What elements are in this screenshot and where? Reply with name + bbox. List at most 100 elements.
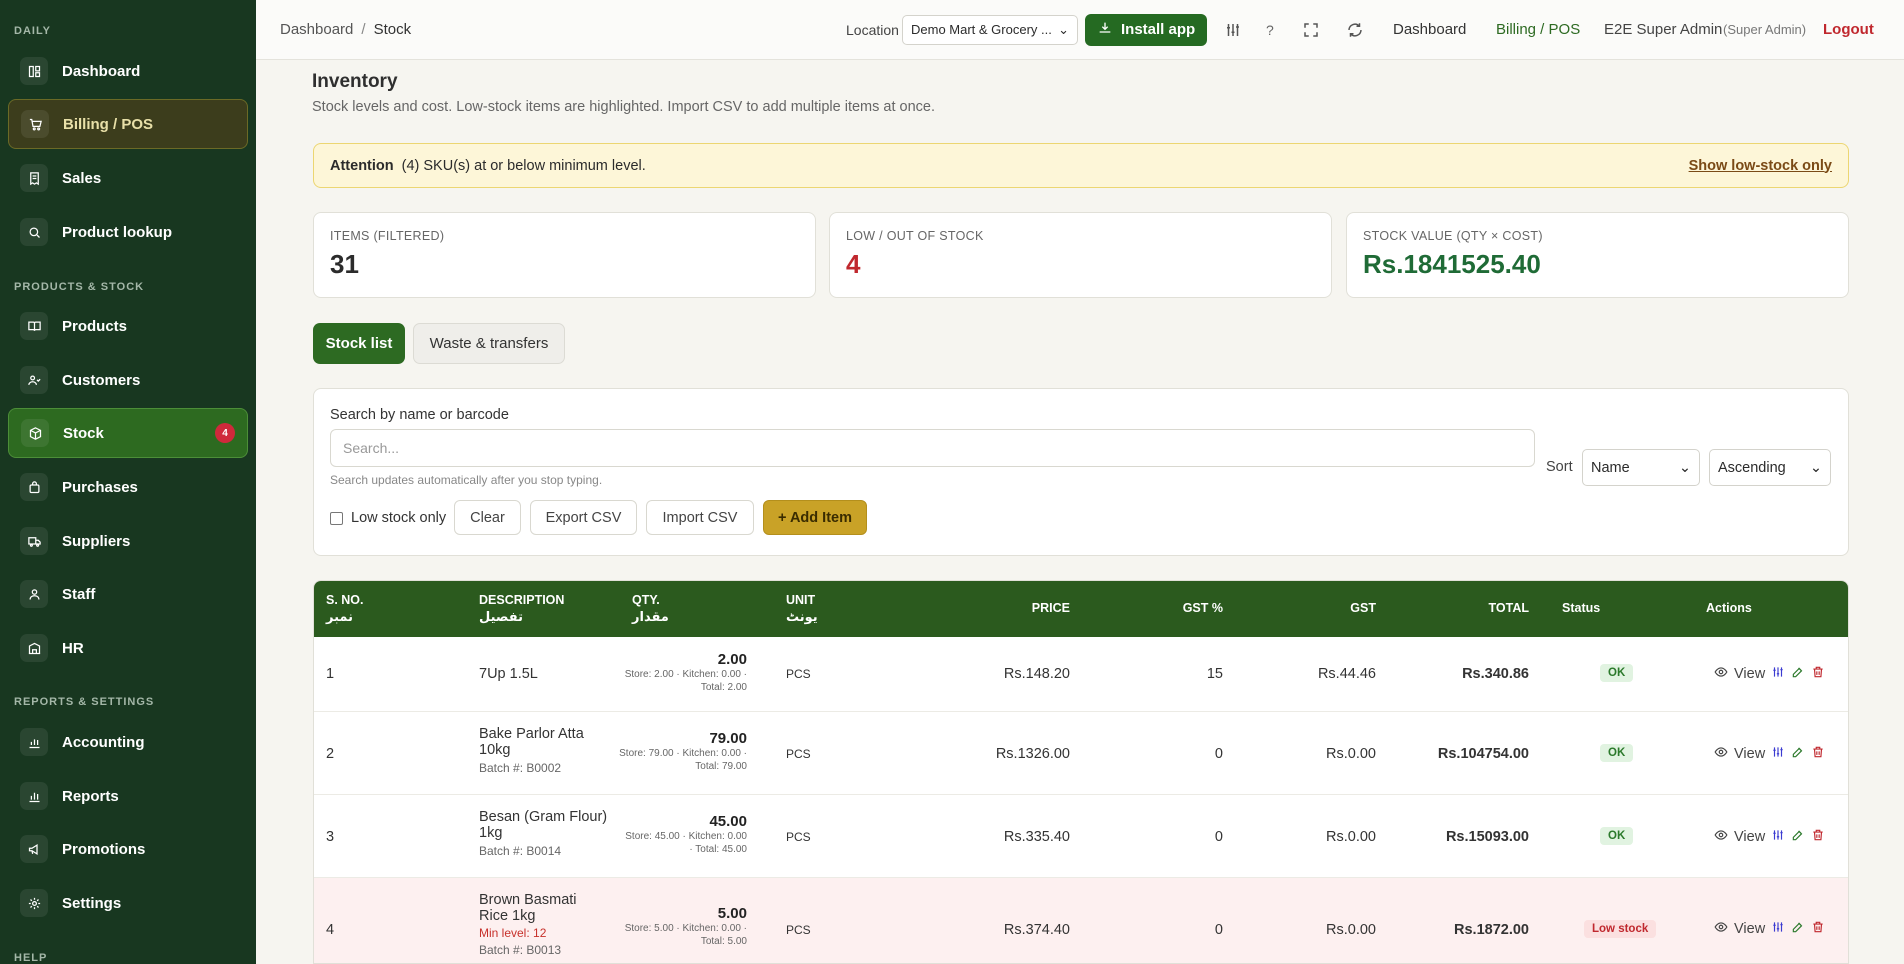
breadcrumb-separator: / (361, 21, 366, 38)
grid-icon (20, 57, 48, 85)
sidebar-item-purchases[interactable]: Purchases (8, 462, 248, 512)
sliders-icon[interactable] (1222, 19, 1244, 41)
search-input[interactable]: Search... (330, 429, 1535, 467)
trash-icon[interactable] (1811, 665, 1825, 683)
qty-detail: Store: 45.00 · Kitchen: 0.00 (625, 831, 747, 842)
nav-dashboard-link[interactable]: Dashboard (1393, 21, 1466, 38)
eye-icon[interactable] (1714, 665, 1728, 683)
export-csv-button[interactable]: Export CSV (530, 500, 637, 535)
edit-icon[interactable] (1791, 828, 1805, 846)
add-item-button[interactable]: + Add Item (763, 500, 867, 535)
person-icon (20, 580, 48, 608)
eye-icon[interactable] (1714, 745, 1728, 763)
qty-value: 2.00 (717, 651, 747, 668)
sidebar-item-label: Sales (62, 169, 102, 187)
sort-field-value: Name (1591, 459, 1630, 476)
header-unit-label: UNIT (786, 593, 816, 607)
sidebar-item-billing[interactable]: Billing / POS (8, 99, 248, 149)
trash-icon[interactable] (1811, 745, 1825, 763)
sidebar-item-label: Staff (62, 585, 96, 603)
header-total: TOTAL (1488, 601, 1529, 615)
view-button[interactable]: View (1734, 829, 1765, 845)
gear-icon (20, 889, 48, 917)
sidebar-item-settings[interactable]: Settings (8, 878, 248, 928)
cell-gst: Rs.0.00 (1326, 922, 1376, 938)
sidebar-item-reports[interactable]: Reports (8, 771, 248, 821)
stat-value: 31 (330, 249, 359, 279)
help-button[interactable]: ? (1266, 22, 1274, 38)
adjust-icon[interactable] (1771, 665, 1785, 683)
batch-number: Batch #: B0014 (479, 844, 562, 858)
stat-card-items: ITEMS (FILTERED) 31 (313, 212, 816, 298)
edit-icon[interactable] (1791, 745, 1805, 763)
sort-field-select[interactable]: Name ⌄ (1582, 449, 1700, 486)
cell-total: Rs.15093.00 (1445, 829, 1529, 845)
sidebar-item-promotions[interactable]: Promotions (8, 824, 248, 874)
view-button[interactable]: View (1734, 746, 1765, 762)
low-stock-checkbox[interactable]: Low stock only (330, 510, 446, 526)
logout-button[interactable]: Logout (1823, 21, 1874, 38)
install-app-button[interactable]: Install app (1085, 13, 1208, 46)
trash-icon[interactable] (1811, 920, 1825, 938)
book-icon (20, 312, 48, 340)
cell-sno: 3 (326, 829, 335, 845)
sort-order-select[interactable]: Ascending ⌄ (1709, 449, 1831, 486)
sidebar-item-accounting[interactable]: Accounting (8, 717, 248, 767)
table-row: 3 Besan (Gram Flour) 1kg Batch #: B0014 … (314, 795, 1848, 878)
clear-button[interactable]: Clear (454, 500, 521, 535)
header-desc-label: DESCRIPTION (479, 593, 565, 607)
sidebar-item-label: Reports (62, 787, 119, 805)
sidebar-item-dashboard[interactable]: Dashboard (8, 46, 248, 96)
chevron-down-icon: ⌄ (1058, 21, 1069, 37)
cell-total: Rs.104754.00 (1437, 746, 1529, 762)
top-bar: Dashboard / Stock Location Demo Mart & Gro… (256, 0, 1904, 60)
section-help: HELP (14, 952, 48, 964)
breadcrumb-dashboard-link[interactable]: Dashboard (280, 21, 353, 38)
tab-stock-list[interactable]: Stock list (313, 323, 405, 364)
stat-value: 4 (846, 249, 861, 279)
item-name-line2: 1kg (479, 825, 503, 841)
sort-order-value: Ascending (1718, 459, 1786, 476)
sidebar-item-products[interactable]: Products (8, 301, 248, 351)
sidebar-item-product-lookup[interactable]: Product lookup (8, 207, 248, 257)
view-button[interactable]: View (1734, 666, 1765, 682)
sidebar-item-stock[interactable]: Stock 4 (8, 408, 248, 458)
sidebar-item-hr[interactable]: HR (8, 623, 248, 673)
edit-icon[interactable] (1791, 665, 1805, 683)
qty-detail: Store: 2.00 · Kitchen: 0.00 · (624, 669, 747, 680)
cell-price: Rs.1326.00 (995, 746, 1070, 762)
fullscreen-icon[interactable] (1300, 19, 1322, 41)
batch-number: Batch #: B0013 (479, 943, 562, 957)
cell-gst: Rs.44.46 (1317, 666, 1376, 682)
item-name-line2: Rice 1kg (479, 908, 536, 924)
filter-panel: Search by name or barcode Search... Sear… (313, 388, 1849, 556)
checkbox-box[interactable] (330, 511, 343, 525)
location-select[interactable]: Demo Mart & Grocery ... ⌄ (902, 14, 1078, 45)
adjust-icon[interactable] (1771, 745, 1785, 763)
header-price: PRICE (1031, 601, 1070, 615)
item-name-line2: 10kg (479, 742, 511, 758)
tab-waste-transfers[interactable]: Waste & transfers (413, 323, 565, 364)
low-stock-label: Low stock only (351, 510, 447, 526)
eye-icon[interactable] (1714, 920, 1728, 938)
show-low-stock-link[interactable]: Show low-stock only (1689, 158, 1832, 174)
adjust-icon[interactable] (1771, 828, 1785, 846)
sidebar-item-sales[interactable]: Sales (8, 153, 248, 203)
row-actions: View (1714, 920, 1825, 938)
box-icon (21, 419, 49, 447)
row-actions: View (1714, 828, 1825, 846)
chevron-down-icon: ⌄ (1678, 459, 1691, 476)
sidebar-item-customers[interactable]: Customers (8, 355, 248, 405)
import-csv-button[interactable]: Import CSV (646, 500, 754, 535)
adjust-icon[interactable] (1771, 920, 1785, 938)
nav-billing-link[interactable]: Billing / POS (1496, 21, 1580, 38)
trash-icon[interactable] (1811, 828, 1825, 846)
edit-icon[interactable] (1791, 920, 1805, 938)
refresh-icon[interactable] (1344, 19, 1366, 41)
sidebar-item-suppliers[interactable]: Suppliers (8, 516, 248, 566)
stat-label: LOW / OUT OF STOCK (846, 229, 984, 243)
view-button[interactable]: View (1734, 921, 1765, 937)
eye-icon[interactable] (1714, 828, 1728, 846)
sidebar-item-staff[interactable]: Staff (8, 569, 248, 619)
section-daily: DAILY (14, 25, 51, 37)
